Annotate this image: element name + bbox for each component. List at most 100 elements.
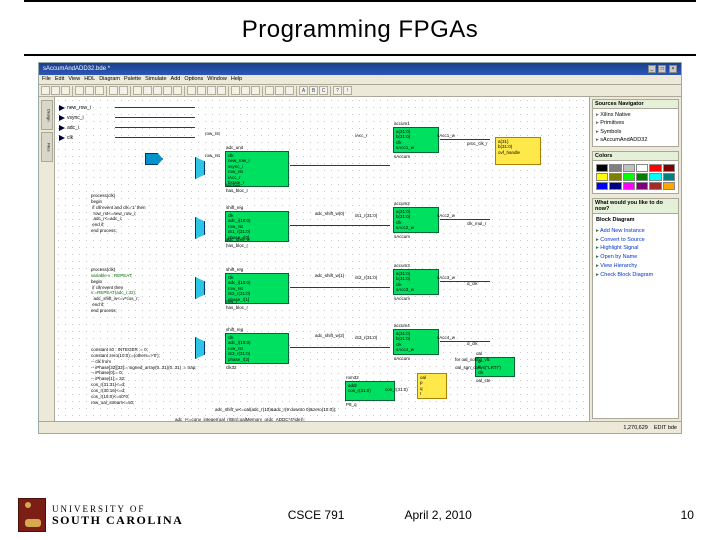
wire[interactable] bbox=[440, 281, 490, 282]
menu-help[interactable]: Help bbox=[231, 76, 242, 83]
color-swatch[interactable] bbox=[649, 182, 661, 190]
toolbar-B-icon[interactable]: B bbox=[309, 86, 318, 95]
toolbar-mux-icon[interactable] bbox=[197, 86, 206, 95]
toolbar-?-icon[interactable]: ? bbox=[333, 86, 342, 95]
color-swatch[interactable] bbox=[663, 164, 675, 172]
color-swatch[interactable] bbox=[623, 182, 635, 190]
menu-simulate[interactable]: Simulate bbox=[145, 76, 166, 83]
schematic-block[interactable]: shift_regclkadc_i(10:0)row_rstiS2_r(31:0… bbox=[225, 273, 289, 304]
action-link[interactable]: Add New Instance bbox=[596, 227, 675, 236]
color-swatch[interactable] bbox=[636, 182, 648, 190]
wire[interactable] bbox=[115, 107, 195, 108]
schematic-block[interactable]: adc_unitclknew_row_ivsync_irow_rstiAcc_r… bbox=[225, 151, 289, 187]
toolbar-C-icon[interactable]: C bbox=[319, 86, 328, 95]
wire[interactable] bbox=[115, 137, 195, 138]
toolbar-!-icon[interactable]: ! bbox=[343, 86, 352, 95]
toolbar-net-icon[interactable] bbox=[163, 86, 172, 95]
toolbar-redo-icon[interactable] bbox=[119, 86, 128, 95]
wire[interactable] bbox=[290, 287, 390, 288]
mux[interactable] bbox=[195, 157, 205, 179]
toolbar-wire-icon[interactable] bbox=[143, 86, 152, 95]
sources-tree[interactable]: Xilinx NativePrimitivesSymbolssAccumAndA… bbox=[593, 109, 678, 146]
note-box[interactable]: a(31)b(31:0)ovf_handle bbox=[495, 137, 541, 165]
toolbar-reg-icon[interactable] bbox=[207, 86, 216, 95]
input-port[interactable]: clk bbox=[59, 135, 73, 140]
action-link[interactable]: Highlight Signal bbox=[596, 244, 675, 253]
toolbar-synth-icon[interactable] bbox=[285, 86, 294, 95]
menu-file[interactable]: File bbox=[42, 76, 51, 83]
color-swatch[interactable] bbox=[596, 182, 608, 190]
wire[interactable] bbox=[440, 341, 490, 342]
color-swatch[interactable] bbox=[636, 173, 648, 181]
toolbar-save-icon[interactable] bbox=[61, 86, 70, 95]
toolbar-sim-icon[interactable] bbox=[275, 86, 284, 95]
color-swatch[interactable] bbox=[636, 164, 648, 172]
toolbar-zoom+-icon[interactable] bbox=[241, 86, 250, 95]
action-link[interactable]: Check Block Diagram bbox=[596, 271, 675, 280]
toolbar-cut-icon[interactable] bbox=[75, 86, 84, 95]
toolbar-ptr-icon[interactable] bbox=[133, 86, 142, 95]
maximize-button[interactable]: □ bbox=[658, 65, 666, 73]
color-swatch[interactable] bbox=[623, 164, 635, 172]
toolbar-fit-icon[interactable] bbox=[251, 86, 260, 95]
wire[interactable] bbox=[440, 139, 490, 140]
tree-item[interactable]: Symbols bbox=[596, 128, 675, 136]
menu-view[interactable]: View bbox=[68, 76, 80, 83]
color-swatch[interactable] bbox=[649, 173, 661, 181]
toolbar-zoom--icon[interactable] bbox=[231, 86, 240, 95]
mux[interactable] bbox=[195, 217, 205, 239]
menu-diagram[interactable]: Diagram bbox=[99, 76, 120, 83]
wire[interactable] bbox=[440, 219, 490, 220]
toolbar-paste-icon[interactable] bbox=[95, 86, 104, 95]
schematic-block[interactable]: shift_regclkadc_i(10:0)row_rstiS1_r(31:0… bbox=[225, 211, 289, 242]
schematic-block[interactable]: accum2a(31:0)b(31:0)clksAcc2_wsAccum bbox=[393, 207, 439, 233]
toolbar-A-icon[interactable]: A bbox=[299, 86, 308, 95]
toolbar-undo-icon[interactable] bbox=[109, 86, 118, 95]
menu-window[interactable]: Window bbox=[207, 76, 227, 83]
schematic-canvas[interactable]: new_row_ivsync_iadc_iclkadc_unitclknew_r… bbox=[55, 97, 589, 421]
input-port[interactable]: new_row_i bbox=[59, 105, 91, 110]
action-link[interactable]: View Hierarchy bbox=[596, 262, 675, 271]
tree-item[interactable]: Primitives bbox=[596, 119, 675, 127]
menu-palette[interactable]: Palette bbox=[124, 76, 141, 83]
menu-edit[interactable]: Edit bbox=[55, 76, 64, 83]
action-link[interactable]: Convert to Source bbox=[596, 236, 675, 245]
toolbar-new-icon[interactable] bbox=[41, 86, 50, 95]
toolbar-bus-icon[interactable] bbox=[153, 86, 162, 95]
note-box[interactable]: oalpqI bbox=[417, 373, 447, 399]
toolbar-open-icon[interactable] bbox=[51, 86, 60, 95]
color-swatch[interactable] bbox=[649, 164, 661, 172]
toolbar-blk-icon[interactable] bbox=[187, 86, 196, 95]
wire[interactable] bbox=[290, 165, 390, 166]
tree-item[interactable]: Xilinx Native bbox=[596, 111, 675, 119]
left-tab-design[interactable]: Design bbox=[41, 100, 53, 130]
wire[interactable] bbox=[290, 347, 390, 348]
logic-gate[interactable] bbox=[145, 153, 163, 165]
menu-hdl[interactable]: HDL bbox=[84, 76, 95, 83]
color-swatch[interactable] bbox=[596, 164, 608, 172]
toolbar-text-icon[interactable] bbox=[173, 86, 182, 95]
menu-add[interactable]: Add bbox=[171, 76, 181, 83]
color-swatch[interactable] bbox=[663, 182, 675, 190]
tree-item[interactable]: sAccumAndADD32 bbox=[596, 136, 675, 144]
schematic-block[interactable]: accum3a(31:0)b(31:0)clksAcc3_wsAccum bbox=[393, 269, 439, 295]
color-swatch[interactable] bbox=[663, 173, 675, 181]
schematic-block[interactable]: shift_regclkadc_i(10:0)row_rstiS3_r(31:0… bbox=[225, 333, 289, 364]
color-swatches[interactable] bbox=[593, 161, 678, 193]
action-link[interactable]: Open by Name bbox=[596, 253, 675, 262]
left-tab-files[interactable]: Files bbox=[41, 132, 53, 162]
color-swatch[interactable] bbox=[609, 182, 621, 190]
color-swatch[interactable] bbox=[609, 173, 621, 181]
wire[interactable] bbox=[290, 225, 390, 226]
toolbar-gate-icon[interactable] bbox=[217, 86, 226, 95]
mux[interactable] bbox=[195, 277, 205, 299]
wire[interactable] bbox=[115, 127, 195, 128]
wire[interactable] bbox=[115, 117, 195, 118]
close-button[interactable]: × bbox=[669, 65, 677, 73]
toolbar-copy-icon[interactable] bbox=[85, 86, 94, 95]
color-swatch[interactable] bbox=[623, 173, 635, 181]
toolbar-drc-icon[interactable] bbox=[265, 86, 274, 95]
minimize-button[interactable]: _ bbox=[648, 65, 656, 73]
menu-options[interactable]: Options bbox=[184, 76, 203, 83]
color-swatch[interactable] bbox=[596, 173, 608, 181]
